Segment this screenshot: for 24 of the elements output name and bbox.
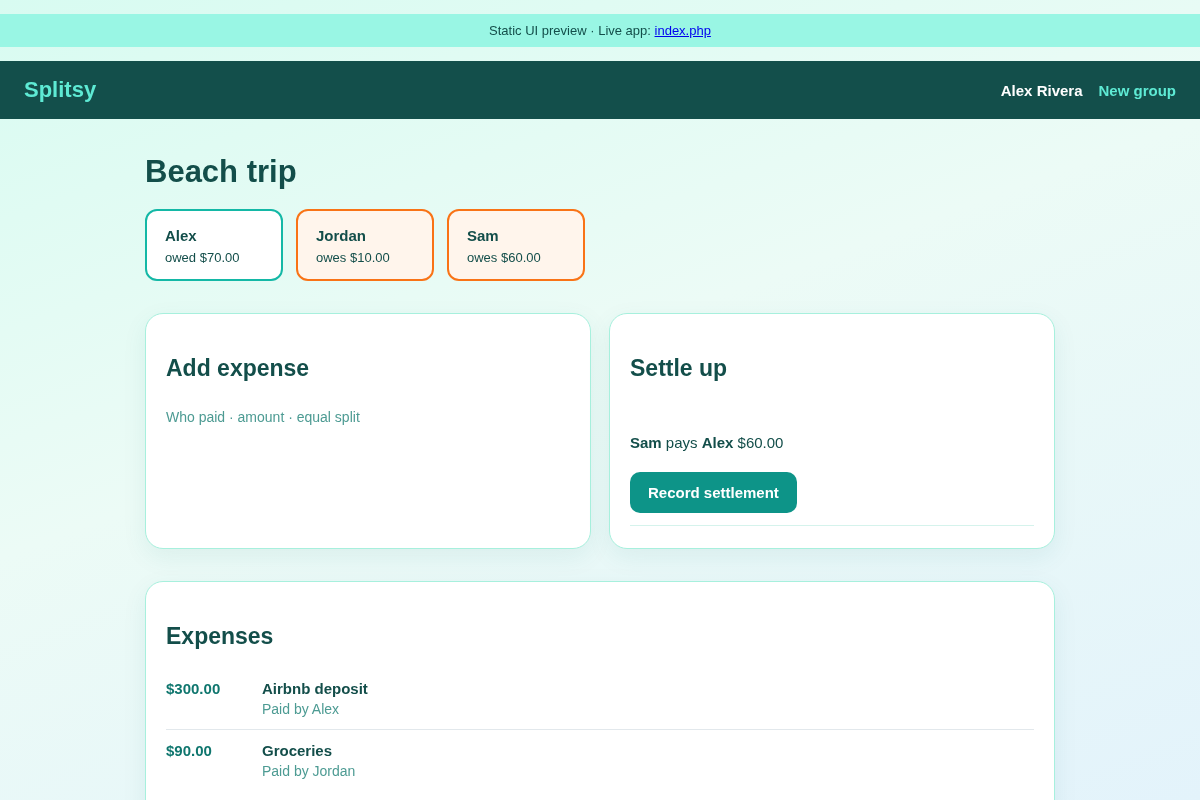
settlement-suggestion: Sam pays Alex $60.00: [630, 434, 784, 451]
member-balance: owed $70.00: [165, 250, 240, 265]
member-name: Sam: [467, 227, 499, 244]
member-name: Jordan: [316, 227, 366, 244]
member-balance: owes $10.00: [316, 250, 390, 265]
expense-payer: Paid by Alex: [262, 701, 340, 717]
brand-logo[interactable]: Splitsy: [24, 77, 97, 103]
expense-title: Airbnb deposit: [262, 680, 368, 697]
card-hint: Who paid · amount · equal split: [166, 409, 360, 425]
expense-amount: $90.00: [166, 742, 212, 759]
card-title: Expenses: [166, 622, 274, 651]
group-title: Beach trip: [145, 153, 298, 191]
member-name: Alex: [165, 227, 197, 244]
expense-payer: Paid by Jordan: [262, 763, 356, 779]
expense-title: Groceries: [262, 742, 333, 759]
user-name-link[interactable]: Alex Rivera: [1000, 81, 1083, 99]
card-title: Add expense: [166, 354, 310, 383]
card-title: Settle up: [630, 354, 728, 383]
live-app-link[interactable]: index.php: [654, 23, 711, 38]
member-balance: owes $60.00: [467, 250, 541, 265]
banner-text: Static UI preview · Live app: index.php: [489, 23, 711, 38]
record-settlement-button[interactable]: Record settlement: [630, 472, 797, 513]
expense-amount: $300.00: [166, 680, 221, 697]
new-group-link[interactable]: New group: [1098, 81, 1176, 99]
